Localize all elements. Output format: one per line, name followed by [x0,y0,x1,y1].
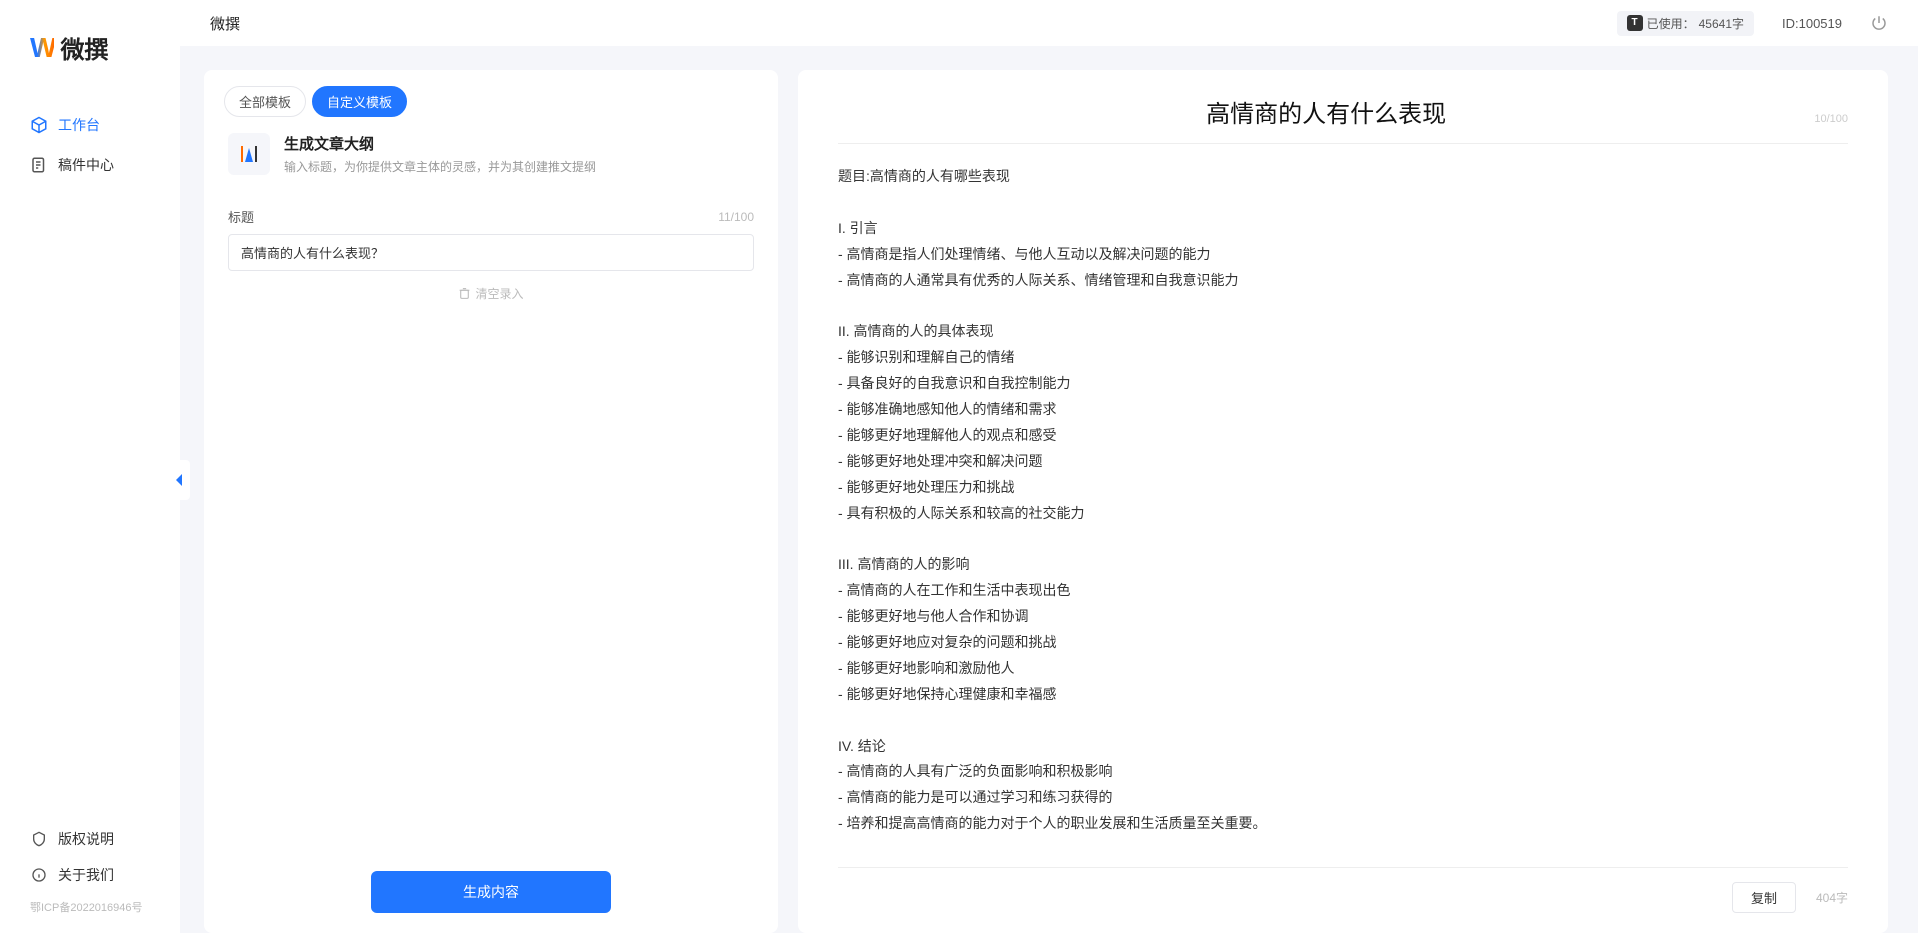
sidebar-item-copyright[interactable]: 版权说明 [0,821,180,857]
generate-button[interactable]: 生成内容 [371,871,611,913]
sidebar-collapse-button[interactable] [168,460,190,500]
clear-label: 清空录入 [475,285,523,302]
template-name: 生成文章大纲 [284,133,754,154]
result-header: 高情商的人有什么表现 10/100 [838,94,1848,144]
title-label: 标题 [228,207,254,226]
template-desc: 输入标题，为你提供文章主体的灵感，并为其创建推文提纲 [284,158,754,175]
sidebar-item-about[interactable]: 关于我们 [0,857,180,893]
sidebar-item-label: 稿件中心 [58,155,114,175]
sidebar-footer: 版权说明 关于我们 鄂ICP备2022016946号 [0,811,180,933]
topbar: 微撰 T 已使用： 45641字 ID:100519 [180,0,1918,46]
usage-label: 已使用： [1647,15,1695,32]
sidebar-item-label: 关于我们 [58,865,114,885]
user-id: ID:100519 [1782,16,1842,31]
template-icon [228,133,270,175]
brand-text: 微撰 [60,30,108,65]
icp-text: 鄂ICP备2022016946号 [0,893,180,923]
usage-value: 45641字 [1699,15,1744,32]
template-card: 生成文章大纲 输入标题，为你提供文章主体的灵感，并为其创建推文提纲 [204,133,778,191]
brand-letter: W [30,32,54,64]
main: 微撰 T 已使用： 45641字 ID:100519 全部模板 自定义模板 [180,0,1918,933]
breadcrumb: 微撰 [210,13,240,34]
app-root: W 微撰 工作台 稿件中心 版权说明 [0,0,1918,933]
clear-input-button[interactable]: 清空录入 [204,271,778,316]
tab-all-templates[interactable]: 全部模板 [224,86,306,117]
tab-custom-templates[interactable]: 自定义模板 [312,86,407,117]
sidebar-item-drafts[interactable]: 稿件中心 [0,145,180,185]
shield-icon [30,830,48,848]
sidebar-item-workspace[interactable]: 工作台 [0,105,180,145]
trash-icon [458,287,471,300]
right-panel: 高情商的人有什么表现 10/100 题目:高情商的人有哪些表现 I. 引言 - … [798,70,1888,933]
nav: 工作台 稿件中心 [0,95,180,811]
copy-button[interactable]: 复制 [1732,882,1796,913]
text-icon: T [1627,15,1643,31]
result-title: 高情商的人有什么表现 [1206,94,1446,129]
result-body[interactable]: 题目:高情商的人有哪些表现 I. 引言 - 高情商是指人们处理情绪、与他人互动以… [838,144,1848,867]
sidebar-item-label: 版权说明 [58,829,114,849]
left-panel: 全部模板 自定义模板 生成文章大纲 输入标题，为你提供文章主体的灵感，并为其创建… [204,70,778,933]
doc-icon [30,156,48,174]
sidebar-item-label: 工作台 [58,115,100,135]
topbar-right: T 已使用： 45641字 ID:100519 [1617,11,1888,36]
template-tabs: 全部模板 自定义模板 [204,86,778,133]
logo: W 微撰 [0,30,180,95]
result-footer: 复制 404字 [838,867,1848,913]
sidebar: W 微撰 工作台 稿件中心 版权说明 [0,0,180,933]
result-title-counter: 10/100 [1814,113,1848,125]
info-icon [30,866,48,884]
cube-icon [30,116,48,134]
title-counter: 11/100 [718,210,754,224]
title-field-block: 标题 11/100 [204,191,778,271]
content-area: 全部模板 自定义模板 生成文章大纲 输入标题，为你提供文章主体的灵感，并为其创建… [180,46,1918,933]
usage-badge: T 已使用： 45641字 [1617,11,1754,36]
template-info: 生成文章大纲 输入标题，为你提供文章主体的灵感，并为其创建推文提纲 [284,133,754,175]
power-icon[interactable] [1870,14,1888,32]
word-count: 404字 [1816,889,1848,906]
title-input[interactable] [228,234,754,271]
